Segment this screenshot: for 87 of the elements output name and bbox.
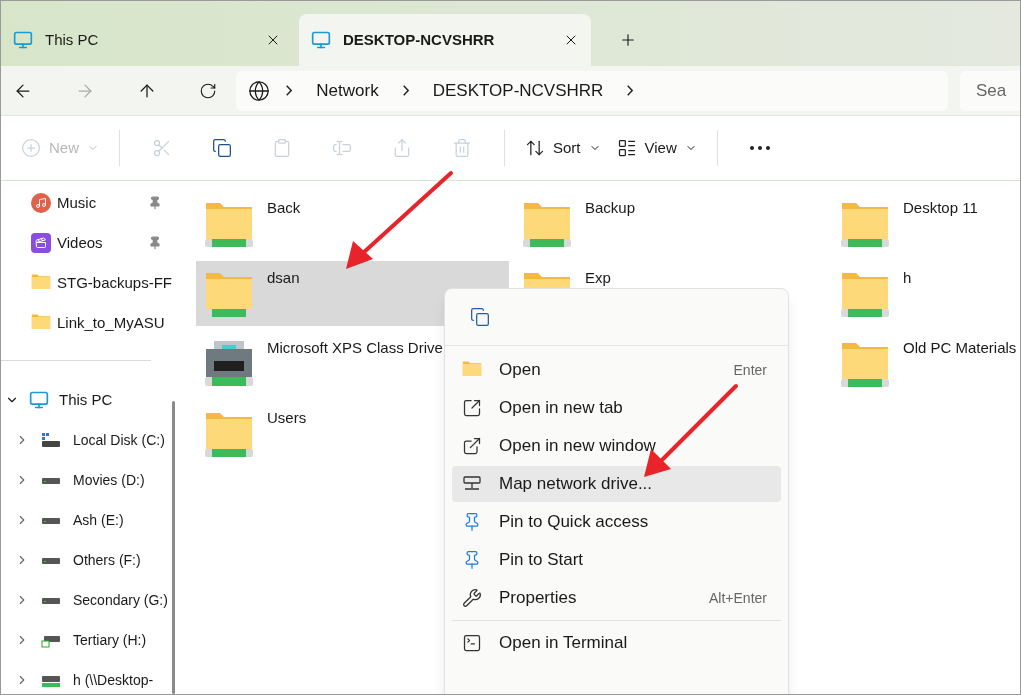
shortcut-text: Enter (733, 360, 767, 380)
monitor-icon (311, 30, 331, 50)
file-item[interactable]: Old PC Materials (832, 331, 1020, 396)
quick-access-item[interactable]: Music (1, 183, 176, 223)
globe-icon (248, 79, 271, 102)
shortcut-text: Alt+Enter (709, 588, 767, 608)
item-name: Microsoft XPS Class Drive (267, 339, 443, 356)
item-label: This PC (59, 389, 113, 410)
address-bar[interactable]: Network DESKTOP-NCVSHRR (236, 70, 948, 111)
file-item[interactable]: Desktop 11 (832, 191, 1020, 256)
sort-button[interactable]: Sort (517, 128, 609, 168)
menu-label: Pin to Quick access (499, 511, 650, 534)
printer-icon (204, 339, 254, 389)
item-name: Desktop 11 (903, 199, 978, 216)
tab[interactable]: DESKTOP-NCVSHRR (299, 14, 591, 66)
menu-label: Open (499, 359, 542, 382)
item-label: STG-backups-FF (57, 272, 173, 293)
menu-label: Open in new window (499, 435, 657, 458)
item-name: h (903, 269, 912, 286)
item-name: Backup (585, 199, 636, 216)
refresh-icon[interactable] (199, 81, 217, 100)
tree-item[interactable]: Ash (E:) (1, 500, 169, 540)
quick-access-item[interactable]: Link_to_MyASU (1, 303, 176, 343)
menu-item[interactable]: Pin to Start (452, 542, 781, 578)
item-label: Videos (57, 232, 103, 253)
terminal-icon (462, 633, 482, 653)
tab-label: DESKTOP-NCVSHRR (343, 29, 496, 50)
item-label: Link_to_MyASU (57, 312, 165, 333)
new-window-icon (462, 436, 482, 456)
tree-item[interactable]: Movies (D:) (1, 460, 169, 500)
monitor-icon (13, 30, 33, 50)
tree-item[interactable]: This PC (1, 380, 169, 420)
drive-icon (41, 432, 61, 448)
menu-item[interactable]: Open Enter (452, 352, 781, 388)
item-name: dsan (267, 269, 300, 286)
breadcrumb[interactable]: Network (308, 77, 387, 104)
item-name: Back (267, 199, 301, 216)
pin-icon[interactable] (148, 236, 162, 250)
file-item[interactable]: Backup (514, 191, 827, 256)
chevron-icon (286, 85, 293, 96)
item-label: Secondary (G:) (73, 590, 168, 610)
tab[interactable]: This PC (1, 14, 293, 66)
new-tab-icon[interactable] (619, 31, 637, 49)
menu-label: Open in Terminal (499, 632, 629, 655)
music-icon (31, 193, 51, 213)
new-tab-icon (462, 398, 482, 418)
menu-label: Open in new tab (499, 397, 624, 420)
quick-access-item[interactable]: STG-backups-FF (1, 263, 176, 303)
item-name: Users (267, 409, 307, 426)
file-item[interactable]: h (832, 261, 1020, 326)
menu-item[interactable]: Open in new window (452, 428, 781, 464)
tree-item[interactable]: h (\\Desktop- (1, 660, 169, 694)
scrollbar[interactable] (172, 401, 175, 694)
menu-item[interactable]: Properties Alt+Enter (452, 580, 781, 616)
copy-icon (470, 307, 490, 327)
chevron-icon (402, 85, 409, 96)
chevron-icon (627, 85, 634, 96)
file-item[interactable]: Back (196, 191, 509, 256)
tab-label: This PC (45, 29, 100, 50)
search-field[interactable]: Sea (960, 70, 1020, 111)
item-label: Music (57, 192, 97, 213)
item-label: Others (F:) (73, 550, 141, 570)
item-label: Ash (E:) (73, 510, 124, 530)
quick-access-item[interactable]: Videos (1, 223, 176, 263)
breadcrumb[interactable]: DESKTOP-NCVSHRR (424, 77, 612, 104)
menu-label: Pin to Start (499, 549, 585, 572)
menu-label: Properties (499, 587, 578, 610)
item-label: Movies (D:) (73, 470, 145, 490)
menu-label: Map network drive... (499, 473, 654, 496)
monitor-icon (29, 390, 49, 410)
tree-item[interactable]: Secondary (G:) (1, 580, 169, 620)
tree-item[interactable]: Others (F:) (1, 540, 169, 580)
tree-item[interactable]: Local Disk (C:) (1, 420, 169, 460)
item-label: Local Disk (C:) (73, 430, 165, 450)
video-icon (31, 233, 51, 253)
wrench-icon (462, 588, 482, 608)
menu-item[interactable]: Open in new tab (452, 390, 781, 426)
tree-item[interactable]: Tertiary (H:) (1, 620, 169, 660)
menu-item[interactable]: Pin to Quick access (452, 504, 781, 540)
view-button[interactable]: View (608, 128, 705, 168)
item-label: Tertiary (H:) (73, 630, 147, 650)
pin-icon[interactable] (148, 196, 162, 210)
menu-item[interactable]: Map network drive... (452, 466, 781, 502)
item-label: h (\\Desktop- (73, 670, 154, 690)
item-name: Exp (585, 269, 611, 286)
item-name: Old PC Materials (903, 339, 1017, 356)
menu-item[interactable]: Open in Terminal (452, 625, 781, 661)
